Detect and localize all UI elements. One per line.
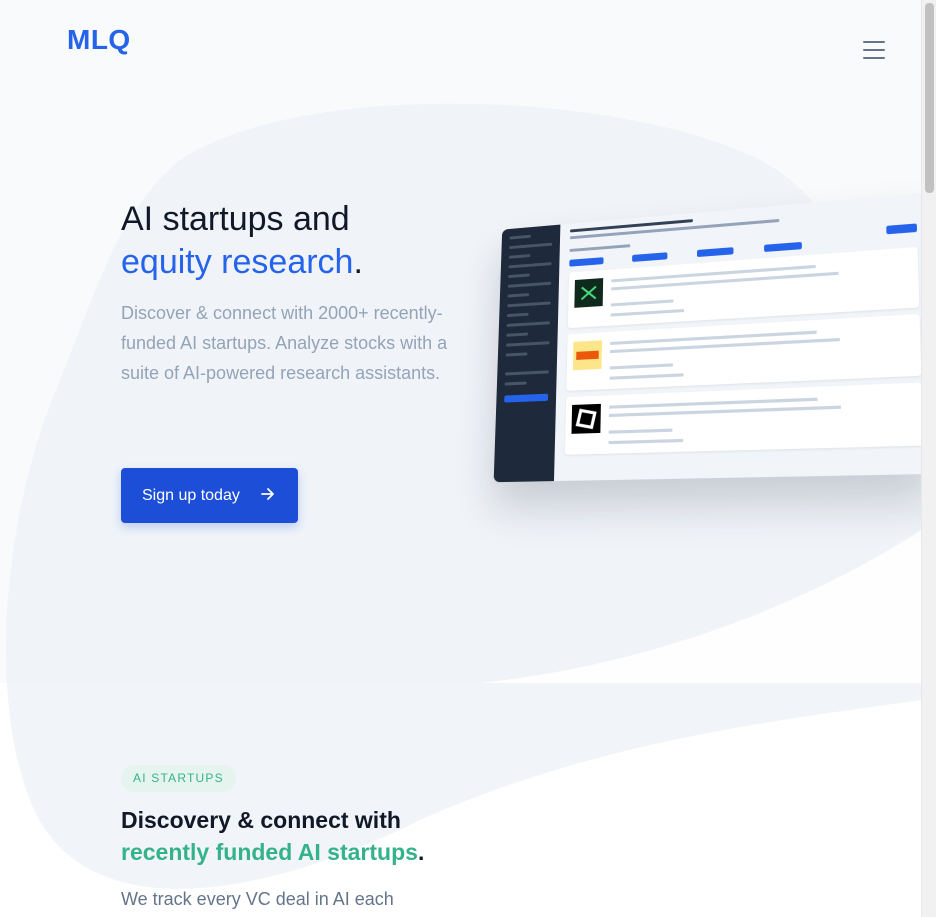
section-title-accent: recently funded AI startups bbox=[121, 839, 418, 865]
hero-title-period: . bbox=[353, 243, 362, 281]
page: MLQ AI startups and equity research. Dis… bbox=[0, 0, 921, 917]
hero-title-accent: equity research bbox=[121, 243, 353, 281]
hero-title-line1: AI startups and bbox=[121, 200, 350, 238]
section-title-line1: Discovery & connect with bbox=[121, 807, 401, 833]
hero-title: AI startups and equity research. bbox=[121, 198, 501, 284]
sign-up-button[interactable]: Sign up today bbox=[121, 468, 298, 523]
site-logo[interactable]: MLQ bbox=[67, 24, 131, 56]
scrollbar-thumb[interactable] bbox=[925, 3, 934, 193]
hamburger-menu-icon[interactable] bbox=[858, 36, 890, 64]
mockup-sidebar bbox=[494, 225, 561, 483]
app-screenshot-mockup bbox=[494, 193, 921, 482]
page-scrollbar[interactable] bbox=[921, 0, 936, 917]
app-preview bbox=[498, 226, 903, 501]
sign-up-button-label: Sign up today bbox=[142, 487, 240, 505]
section-description: We track every VC deal in AI each bbox=[121, 884, 481, 914]
hero-description: Discover & connect with 2000+ recently-f… bbox=[121, 298, 451, 388]
section-title: Discovery & connect with recently funded… bbox=[121, 804, 521, 868]
section-badge: AI STARTUPS bbox=[121, 765, 236, 792]
arrow-right-icon bbox=[260, 484, 276, 504]
section-title-period: . bbox=[418, 839, 424, 865]
mockup-content bbox=[554, 193, 921, 481]
section-background bbox=[0, 683, 921, 917]
